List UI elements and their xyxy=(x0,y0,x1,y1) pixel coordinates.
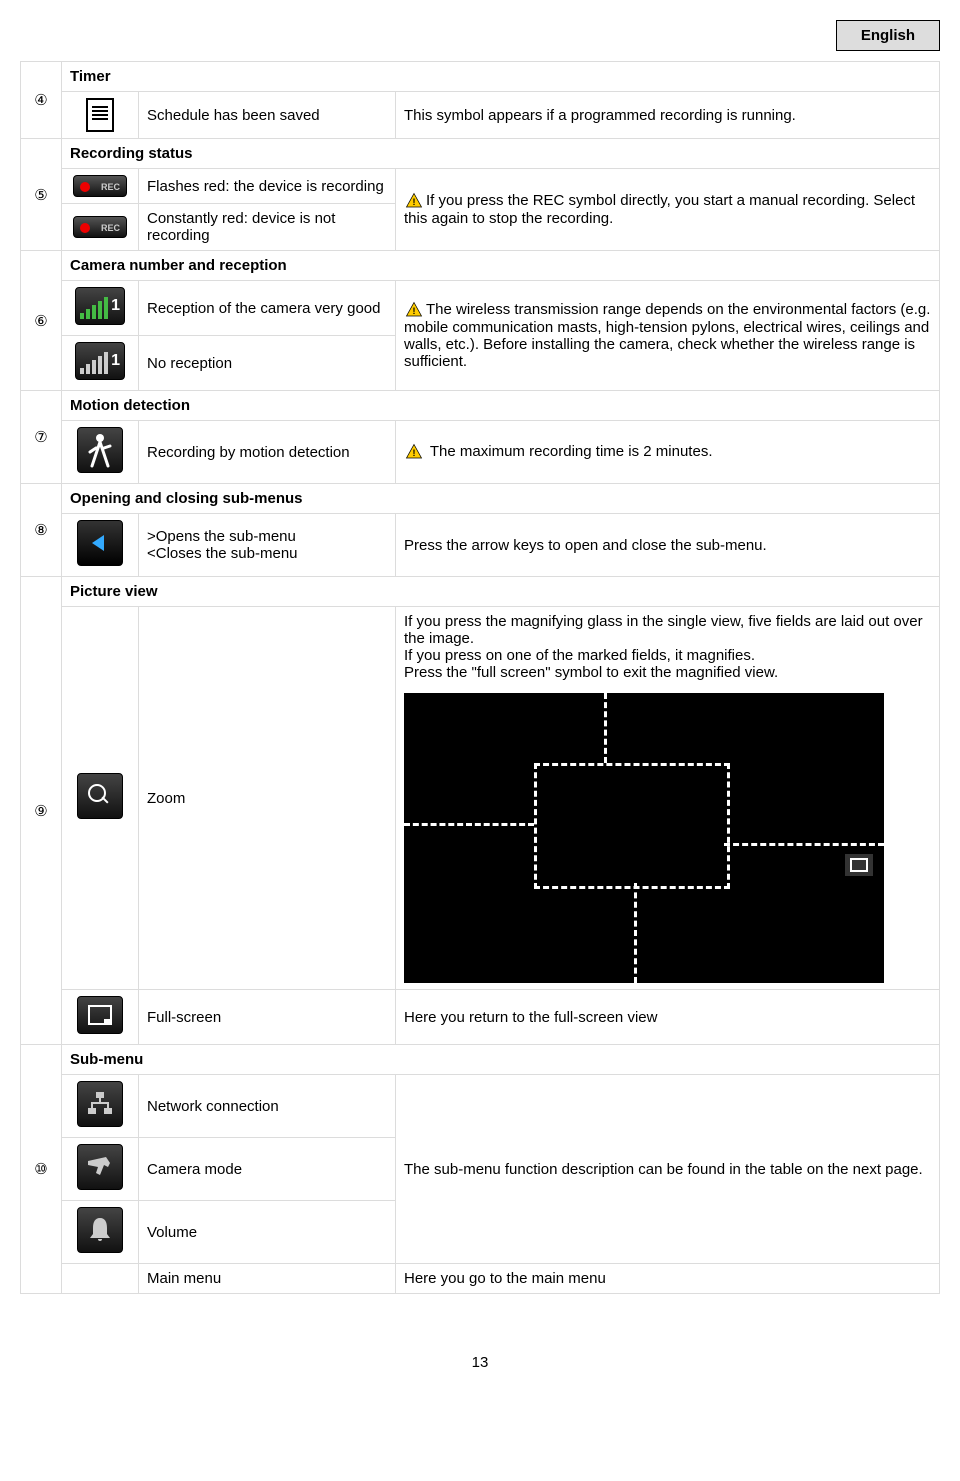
row-number-10: ⑩ xyxy=(21,1045,62,1294)
network-icon xyxy=(77,1081,123,1127)
volume-label: Volume xyxy=(139,1201,396,1264)
arrow-icon-cell xyxy=(62,514,139,577)
submenu-oc-header: Opening and closing sub-menus xyxy=(62,484,940,514)
zoom-desc-cell: If you press the magnifying glass in the… xyxy=(396,607,940,990)
warning-icon: ! xyxy=(404,443,424,461)
timer-header: Timer xyxy=(62,62,940,92)
motion-desc: ! The maximum recording time is 2 minute… xyxy=(396,421,940,484)
rec-const-icon-cell: REC xyxy=(62,204,139,251)
rec-button-icon: REC xyxy=(73,175,127,197)
language-badge: English xyxy=(836,20,940,51)
row-number-9: ⑨ xyxy=(21,577,62,1045)
submenu-desc: The sub-menu function description can be… xyxy=(396,1075,940,1264)
mainmenu-desc: Here you go to the main menu xyxy=(396,1264,940,1294)
camera-desc: !The wireless transmission range depends… xyxy=(396,281,940,391)
svg-text:!: ! xyxy=(413,306,416,316)
fullscreen-thumbnail-icon xyxy=(844,853,874,877)
warning-icon: ! xyxy=(404,301,424,319)
signal-good-icon-cell: 1 xyxy=(62,281,139,336)
rec-button-icon: REC xyxy=(73,216,127,238)
signal-good-label: Reception of the camera very good xyxy=(139,281,396,336)
rec-desc: !If you press the REC symbol directly, y… xyxy=(396,169,940,251)
fullscreen-label: Full-screen xyxy=(139,990,396,1045)
submenu-header: Sub-menu xyxy=(62,1045,940,1075)
rec-const-label: Constantly red: device is not recording xyxy=(139,204,396,251)
zoom-label: Zoom xyxy=(139,607,396,990)
mainmenu-label: Main menu xyxy=(139,1264,396,1294)
warning-icon: ! xyxy=(404,192,424,210)
camera-header: Camera number and reception xyxy=(62,251,940,281)
magnifier-icon xyxy=(77,773,123,819)
document-icon xyxy=(86,98,114,132)
svg-text:!: ! xyxy=(413,448,416,458)
zoom-desc-text: If you press the magnifying glass in the… xyxy=(404,613,931,681)
mainmenu-icon-cell xyxy=(62,1264,139,1294)
walking-person-icon xyxy=(77,427,123,473)
row-number-4: ④ xyxy=(21,62,62,139)
zoom-icon-cell xyxy=(62,607,139,990)
signal-none-label: No reception xyxy=(139,336,396,391)
fullscreen-icon xyxy=(77,996,123,1034)
zoom-diagram xyxy=(404,693,884,983)
signal-strength-icon: 1 xyxy=(75,287,125,325)
submenu-oc-desc: Press the arrow keys to open and close t… xyxy=(396,514,940,577)
motion-header: Motion detection xyxy=(62,391,940,421)
row-number-6: ⑥ xyxy=(21,251,62,391)
fullscreen-icon-cell xyxy=(62,990,139,1045)
left-arrow-icon xyxy=(77,520,123,566)
row-number-8: ⑧ xyxy=(21,484,62,577)
signal-none-icon: 1 xyxy=(75,342,125,380)
fullscreen-desc: Here you return to the full-screen view xyxy=(396,990,940,1045)
svg-text:!: ! xyxy=(413,197,416,207)
schedule-icon-cell xyxy=(62,92,139,139)
camera-icon-cell xyxy=(62,1138,139,1201)
page-number: 13 xyxy=(20,1354,940,1371)
rec-flash-icon-cell: REC xyxy=(62,169,139,204)
network-label: Network connection xyxy=(139,1075,396,1138)
picture-header: Picture view xyxy=(62,577,940,607)
symbol-reference-table: ④ Timer Schedule has been saved This sym… xyxy=(20,61,940,1294)
bell-icon xyxy=(77,1207,123,1253)
motion-icon-cell xyxy=(62,421,139,484)
signal-none-icon-cell: 1 xyxy=(62,336,139,391)
volume-icon-cell xyxy=(62,1201,139,1264)
motion-label: Recording by motion detection xyxy=(139,421,396,484)
rec-flash-label: Flashes red: the device is recording xyxy=(139,169,396,204)
submenu-oc-label: >Opens the sub-menu <Closes the sub-menu xyxy=(139,514,396,577)
timer-label: Schedule has been saved xyxy=(139,92,396,139)
recording-header: Recording status xyxy=(62,139,940,169)
network-icon-cell xyxy=(62,1075,139,1138)
timer-desc: This symbol appears if a programmed reco… xyxy=(396,92,940,139)
camera-mode-label: Camera mode xyxy=(139,1138,396,1201)
row-number-7: ⑦ xyxy=(21,391,62,484)
row-number-5: ⑤ xyxy=(21,139,62,251)
camera-icon xyxy=(77,1144,123,1190)
